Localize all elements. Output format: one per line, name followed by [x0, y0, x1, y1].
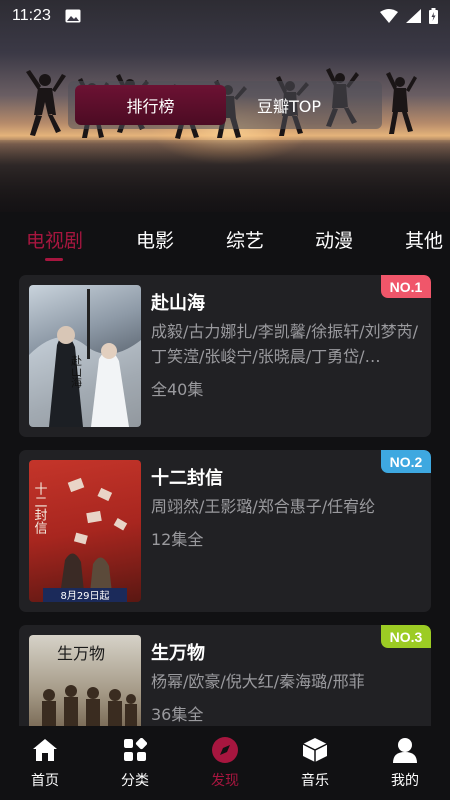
tab-anime[interactable]: 动漫 [315, 226, 353, 253]
nav-home-label: 首页 [31, 773, 59, 789]
status-right-icons [380, 8, 438, 24]
battery-icon [429, 8, 438, 24]
list-item-title: 赴山海 [151, 293, 205, 314]
rank-badge: NO.2 [381, 450, 431, 473]
category-icon [121, 736, 149, 764]
tab-active-indicator [45, 258, 63, 261]
rank-badge: NO.1 [381, 275, 431, 298]
compass-icon [211, 736, 239, 764]
list-item-episodes: 36集全 [151, 705, 204, 724]
poster-title: 赴山海 [70, 354, 83, 389]
list-item-cast: 周翊然/王影璐/郑合惠子/任宥纶 [151, 497, 376, 516]
list-item-title: 生万物 [151, 643, 205, 664]
nav-category[interactable]: 分类 [90, 726, 180, 800]
list-item[interactable]: 赴山海 赴山海 成毅/古力娜扎/李凯馨/徐振轩/刘梦芮/丁笑滢/张峻宁/张晓晨/… [19, 275, 431, 437]
list-item-cast: 杨幂/欧豪/倪大红/秦海璐/邢菲 [151, 672, 365, 691]
poster-art: 十二封信 8月29日起 [32, 477, 128, 602]
tab-variety[interactable]: 综艺 [226, 226, 264, 253]
status-time: 11:23 [12, 7, 51, 24]
image-notification-icon [65, 9, 81, 23]
nav-category-label: 分类 [121, 773, 149, 789]
nav-profile[interactable]: 我的 [360, 726, 450, 800]
poster-image: 十二封信 8月29日起 [29, 460, 141, 602]
status-bar: 11:23 [0, 0, 450, 32]
nav-home[interactable]: 首页 [0, 726, 90, 800]
cube-icon [301, 736, 329, 764]
segment-ranking[interactable]: 排行榜 [75, 85, 226, 125]
signal-icon [406, 9, 421, 23]
list-item-episodes: 12集全 [151, 530, 204, 549]
rank-badge: NO.3 [381, 625, 431, 648]
ranking-segment-control: 排行榜 豆瓣TOP [68, 81, 382, 129]
poster-image: 赴山海 [29, 285, 141, 427]
nav-discover[interactable]: 发现 [180, 726, 270, 800]
home-icon [31, 736, 59, 764]
tab-tv-series[interactable]: 电视剧 [26, 226, 83, 253]
hero-banner: 11:23 排行榜 豆瓣TOP [0, 0, 450, 212]
bottom-navigation: 首页 分类 发现 音乐 我的 [0, 726, 450, 800]
poster-art: 赴山海 [29, 289, 141, 427]
tab-others[interactable]: 其他 [405, 226, 443, 253]
category-tabs: 电视剧 电影 综艺 动漫 其他 [0, 212, 450, 262]
nav-music[interactable]: 音乐 [270, 726, 360, 800]
poster-title: 生万物 [57, 644, 105, 663]
segment-douban-top[interactable]: 豆瓣TOP [226, 85, 382, 125]
poster-date: 8月29日起 [60, 590, 109, 602]
wifi-icon [380, 9, 398, 23]
sea [0, 140, 450, 212]
user-icon [391, 736, 419, 764]
nav-music-label: 音乐 [301, 773, 329, 789]
poster-title: 十二封信 [32, 482, 48, 534]
tab-movies[interactable]: 电影 [136, 226, 174, 253]
nav-discover-label: 发现 [211, 773, 239, 789]
list-item-title: 十二封信 [151, 468, 223, 489]
list-item-episodes: 全40集 [151, 380, 204, 399]
list-item[interactable]: 十二封信 8月29日起 十二封信 周翊然/王影璐/郑合惠子/任宥纶 12集全 N… [19, 450, 431, 612]
list-item-cast: 成毅/古力娜扎/李凯馨/徐振轩/刘梦芮/丁笑滢/张峻宁/张晓晨/丁勇岱/… [151, 322, 418, 366]
nav-profile-label: 我的 [391, 773, 419, 789]
